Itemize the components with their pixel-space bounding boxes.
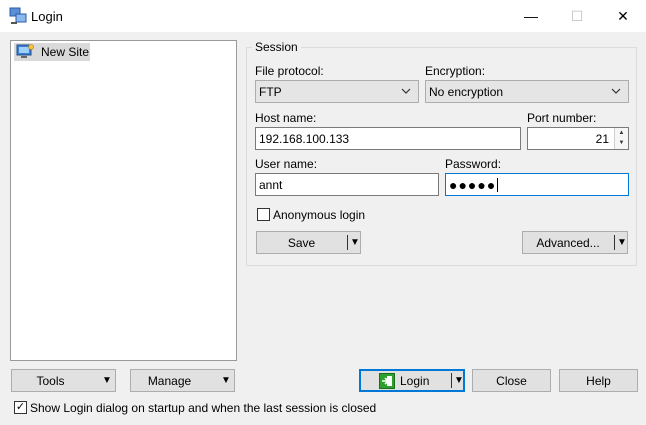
login-button[interactable]: Login ▼ <box>359 369 465 392</box>
login-button-label: Login <box>400 374 430 388</box>
close-button[interactable]: Close <box>472 369 551 392</box>
dropdown-arrow-icon[interactable]: ▼ <box>350 237 360 248</box>
encryption-label: Encryption: <box>425 64 486 78</box>
app-icon <box>9 7 27 25</box>
user-name-input[interactable]: annt <box>255 173 439 196</box>
file-protocol-value: FTP <box>259 84 282 99</box>
split-separator <box>347 235 348 250</box>
minimize-button[interactable]: — <box>508 0 554 32</box>
site-tree[interactable]: New Site <box>10 40 237 361</box>
user-name-label: User name: <box>255 157 318 171</box>
computer-icon <box>16 44 34 60</box>
file-protocol-select[interactable]: FTP <box>255 80 419 103</box>
save-button[interactable]: Save ▼ <box>256 231 361 254</box>
port-number-stepper[interactable]: 21 ▲ ▼ <box>527 127 629 150</box>
file-protocol-label: File protocol: <box>255 64 324 78</box>
dropdown-arrow-icon: ▼ <box>102 375 112 386</box>
dropdown-arrow-icon[interactable]: ▼ <box>617 237 627 248</box>
anonymous-login-label: Anonymous login <box>273 208 366 222</box>
anonymous-login-checkbox[interactable] <box>257 208 270 221</box>
site-item-label: New Site <box>41 45 90 59</box>
chevron-down-icon <box>611 86 621 99</box>
close-window-button[interactable]: ✕ <box>600 0 646 32</box>
login-icon <box>379 373 395 389</box>
port-number-label: Port number: <box>527 111 597 125</box>
spin-up-icon[interactable]: ▲ <box>615 128 628 138</box>
advanced-button-label: Advanced... <box>536 235 600 250</box>
chevron-down-icon <box>401 86 411 99</box>
show-login-startup-label: Show Login dialog on startup and when th… <box>30 401 377 415</box>
spin-down-icon[interactable]: ▼ <box>615 138 628 148</box>
password-label: Password: <box>445 157 502 171</box>
title-bar[interactable]: Login — ☐ ✕ <box>0 0 646 32</box>
manage-button-label: Manage <box>147 373 192 388</box>
help-button[interactable]: Help <box>559 369 638 392</box>
dropdown-arrow-icon[interactable]: ▼ <box>454 375 464 386</box>
text-caret <box>497 177 499 192</box>
encryption-select[interactable]: No encryption <box>425 80 629 103</box>
site-item-new-site[interactable]: New Site <box>14 43 90 61</box>
password-field[interactable]: ●●●●● <box>445 173 629 196</box>
save-button-label: Save <box>287 235 316 250</box>
encryption-value: No encryption <box>429 84 504 99</box>
split-separator <box>614 235 615 250</box>
maximize-button[interactable]: ☐ <box>554 0 600 32</box>
session-caption: Session <box>252 40 301 54</box>
checkmark-icon: ✓ <box>15 401 26 413</box>
port-number-value: 21 <box>595 131 609 146</box>
window-title: Login <box>31 9 63 24</box>
show-login-startup-checkbox[interactable]: ✓ <box>14 401 27 414</box>
port-spin-buttons[interactable]: ▲ ▼ <box>614 128 628 149</box>
password-mask: ●●●●● <box>449 176 497 193</box>
manage-button[interactable]: Manage ▼ <box>130 369 235 392</box>
dropdown-arrow-icon: ▼ <box>221 375 231 386</box>
tools-button[interactable]: Tools ▼ <box>11 369 116 392</box>
host-name-label: Host name: <box>255 111 317 125</box>
host-name-input[interactable]: 192.168.100.133 <box>255 127 521 150</box>
tools-button-label: Tools <box>36 373 65 388</box>
split-separator <box>451 373 452 388</box>
advanced-button[interactable]: Advanced... ▼ <box>522 231 628 254</box>
